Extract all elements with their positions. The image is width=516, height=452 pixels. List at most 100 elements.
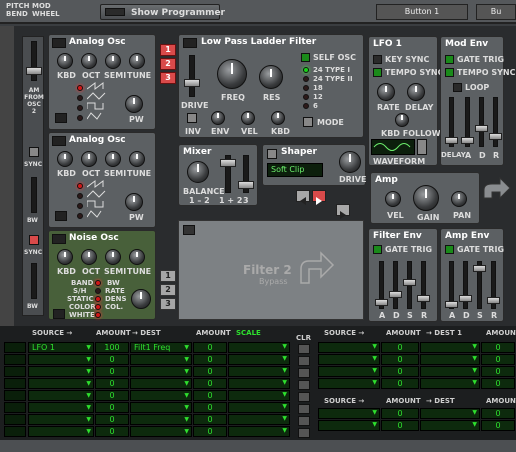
matrix-right2-amount2-field[interactable]: 0 [481,420,515,431]
osc1-tune-knob[interactable] [129,53,145,69]
matrix-amount-field[interactable]: 0 [95,354,129,365]
matrix-amount-field[interactable]: 0 [95,390,129,401]
noise-oct-knob[interactable] [81,249,97,265]
osc2-select-button[interactable] [55,211,67,221]
matrix-right-dest-select[interactable]: ▼ [420,342,480,353]
filter-input-2-button[interactable]: 2 [160,58,176,70]
matrix-amount-field[interactable]: 0 [95,414,129,425]
noise-power-button[interactable] [52,234,66,244]
filter-mode-button[interactable] [303,117,313,127]
matrix-amount2-field[interactable]: 0 [193,414,227,425]
matrix-dest-select[interactable]: ▼ [130,378,192,389]
matrix-scale-select[interactable]: ▼ [228,354,290,365]
lfo1-waveform-display[interactable] [371,139,415,155]
filter2-power-button[interactable] [183,225,195,235]
self-osc-button[interactable] [301,53,310,62]
am-fader-track[interactable] [31,41,37,81]
matrix-amount-field[interactable]: 0 [95,426,129,437]
noise-kbd-knob[interactable] [57,249,73,265]
osc1-wave-led-1[interactable] [77,85,83,91]
matrix-source-select[interactable]: ▼ [28,414,94,425]
matrix-right-amount-field[interactable]: 0 [381,378,419,389]
noise-led-sh[interactable] [95,288,101,294]
matrix-right2-source-select[interactable]: ▼ [318,420,380,431]
matrix-right-amount-field[interactable]: 0 [381,354,419,365]
matrix-dest-select[interactable]: ▼ [130,390,192,401]
osc2-oct-knob[interactable] [81,151,97,167]
osc1-wave-led-2[interactable] [77,95,83,101]
noise-led-static[interactable] [95,296,101,302]
am-fader-handle[interactable] [26,67,42,75]
amp-pan-knob[interactable] [451,191,467,207]
noise-tune-knob[interactable] [129,249,145,265]
matrix-amount2-field[interactable]: 0 [193,426,227,437]
filter-inv-button[interactable] [187,113,197,123]
amp-gain-knob[interactable] [413,185,439,211]
filter-input-1-button[interactable]: 1 [160,44,176,56]
matrix-scale-select[interactable]: ▼ [228,390,290,401]
matrix-dest-select[interactable]: ▼ [130,366,192,377]
filter-env-a-handle[interactable] [375,299,388,306]
matrix-right-amount2-field[interactable]: 0 [481,366,515,377]
matrix-amount2-field[interactable]: 0 [193,342,227,353]
lfo1-tempo-sync-button[interactable] [373,68,382,77]
matrix-clear-button[interactable] [298,380,310,390]
button-1[interactable]: Button 1 [376,4,468,20]
matrix-clear-button[interactable] [298,356,310,366]
matrix-source-select[interactable]: LFO 1 ▼ [28,342,94,353]
osc2-wave-led-2[interactable] [77,193,83,199]
show-programmer-button[interactable]: Show Programmer [100,4,225,20]
filter-res-knob[interactable] [259,65,283,89]
matrix-amount2-field[interactable]: 0 [193,378,227,389]
osc2-power-button[interactable] [52,136,66,146]
osc1-power-button[interactable] [52,38,66,48]
lfo1-rate-knob[interactable] [377,83,395,101]
matrix-right2-amount-field[interactable]: 0 [381,420,419,431]
amp-vel-knob[interactable] [385,191,401,207]
osc2-wave-led-4[interactable] [77,213,83,219]
lfo1-key-sync-button[interactable] [373,55,382,64]
mod-env-d-handle[interactable] [475,125,488,132]
filter-type-24-2-led[interactable] [303,76,309,82]
filter-power-button[interactable] [183,38,197,48]
matrix-right-source-select[interactable]: ▼ [318,366,380,377]
matrix-clear-button[interactable] [298,368,310,378]
lfo1-kbd-follow-knob[interactable] [395,113,409,127]
filter2-input-2-button[interactable]: 2 [160,284,176,296]
osc2-pw-knob[interactable] [125,193,143,211]
filter-drive-fader-track[interactable] [189,55,195,97]
matrix-clear-button[interactable] [298,344,310,354]
matrix-right-dest-select[interactable]: ▼ [420,354,480,365]
matrix-right-amount-field[interactable]: 0 [381,366,419,377]
osc1-wave-led-4[interactable] [77,115,83,121]
amp-env-gate-trig-button[interactable] [445,245,454,254]
filter-input-3-button[interactable]: 3 [160,72,176,84]
lfo1-delay-knob[interactable] [407,83,425,101]
noise-semi-knob[interactable] [105,249,121,265]
osc1-wave-led-3[interactable] [77,105,83,111]
route-filter2-arrow-button[interactable] [336,204,350,219]
lfo1-waveform-selector[interactable] [417,139,427,155]
filter-kbd-knob[interactable] [271,111,285,125]
noise-led-color[interactable] [95,304,101,310]
mod-env-delay-handle[interactable] [445,137,458,144]
matrix-right2-dest-select[interactable]: ▼ [420,408,480,419]
matrix-right2-amount2-field[interactable]: 0 [481,408,515,419]
filter-type-24-1-led[interactable] [303,67,309,73]
amp-env-a-handle[interactable] [445,301,458,308]
noise-led-band[interactable] [95,280,101,286]
osc2-tune-knob[interactable] [129,151,145,167]
mod-env-gate-trig-button[interactable] [445,55,454,64]
osc1-kbd-knob[interactable] [57,53,73,69]
noise-select-button[interactable] [53,309,65,319]
matrix-dest-select[interactable]: Filt1 Freq ▼ [130,342,192,353]
matrix-scale-select[interactable]: ▼ [228,414,290,425]
matrix-clear-button[interactable] [298,392,310,402]
matrix-dest-select[interactable]: ▼ [130,354,192,365]
amp-env-d-handle[interactable] [459,295,472,302]
osc2-kbd-knob[interactable] [57,151,73,167]
route-right-arrow-button[interactable] [312,190,326,205]
matrix-dest-select[interactable]: ▼ [130,426,192,437]
osc1-pw-knob[interactable] [125,95,143,113]
filter-env-gate-trig-button[interactable] [373,245,382,254]
